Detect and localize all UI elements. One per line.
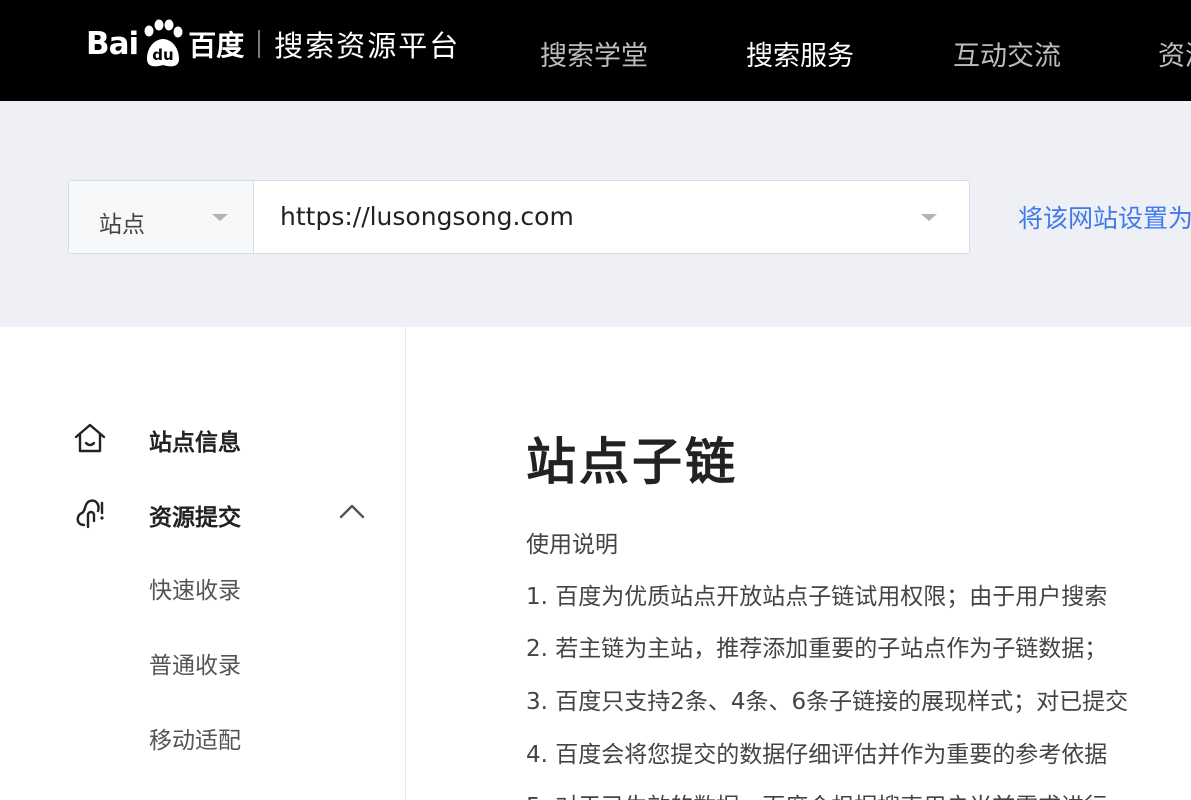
sidebar-subitem-mobile-adapt[interactable]: 移动适配 <box>149 721 241 755</box>
sidebar-subitem-fast-index[interactable]: 快速收录 <box>149 571 241 605</box>
sidebar-subitem-normal-index[interactable]: 普通收录 <box>149 646 241 680</box>
main-content: 站点子链 使用说明 1. 百度为优质站点开放站点子链试用权限；由于用户搜索 2.… <box>407 327 1191 800</box>
chevron-down-icon <box>212 214 228 221</box>
top-navbar: Bai du 百度 搜索资源平台 搜索学堂 搜索服务 互动交流 资源 <box>0 0 1191 101</box>
product-name: 搜索资源平台 <box>274 29 461 63</box>
baidu-logo[interactable]: Bai du 百度 搜索资源平台 <box>86 16 460 72</box>
usage-line: 5. 对于已生效的数据，百度会根据搜索用户当前需求进行 <box>526 787 1107 800</box>
logo-bai-text: Bai <box>86 26 139 62</box>
sidebar-item-site-info[interactable]: 站点信息 <box>0 410 405 466</box>
paw-icon: du <box>144 19 183 67</box>
logo-divider <box>258 30 261 58</box>
usage-line: 3. 百度只支持2条、4条、6条子链接的展现样式；对已提交 <box>526 689 1129 715</box>
site-url-value: https://lusongsong.com <box>280 202 574 231</box>
chevron-down-icon <box>921 214 937 221</box>
logo-baidu-chinese: 百度 <box>188 29 245 62</box>
nav-item-search-services[interactable]: 搜索服务 <box>746 34 854 73</box>
sidebar: 站点信息 资源提交 快速收录 普通收录 移动适配 <box>0 327 406 800</box>
site-selector: 站点 https://lusongsong.com <box>68 180 970 254</box>
usage-line: 2. 若主链为主站，推荐添加重要的子站点作为子链数据； <box>526 636 1108 662</box>
usage-heading: 使用说明 <box>526 532 618 558</box>
nav-item-resources[interactable]: 资源 <box>1158 34 1191 73</box>
site-url-dropdown[interactable]: https://lusongsong.com <box>254 181 969 253</box>
page-title: 站点子链 <box>526 433 738 491</box>
site-type-label: 站点 <box>99 212 145 238</box>
usage-line: 4. 百度会将您提交的数据仔细评估并作为重要的参考依据 <box>526 742 1108 768</box>
paw-du-text: du <box>152 46 173 64</box>
chevron-up-icon[interactable] <box>338 501 366 521</box>
nav-item-interaction[interactable]: 互动交流 <box>953 34 1061 73</box>
sidebar-item-resource-submit[interactable]: 资源提交 <box>0 485 405 541</box>
sidebar-item-label: 站点信息 <box>149 430 241 456</box>
nav-item-search-academy[interactable]: 搜索学堂 <box>540 34 648 73</box>
usage-line: 1. 百度为优质站点开放站点子链试用权限；由于用户搜索 <box>526 584 1108 610</box>
set-site-link[interactable]: 将该网站设置为 <box>1018 199 1191 235</box>
sidebar-item-label: 资源提交 <box>149 505 241 531</box>
site-type-dropdown[interactable]: 站点 <box>69 181 254 253</box>
resource-submit-icon <box>76 499 104 529</box>
home-icon <box>74 423 106 453</box>
